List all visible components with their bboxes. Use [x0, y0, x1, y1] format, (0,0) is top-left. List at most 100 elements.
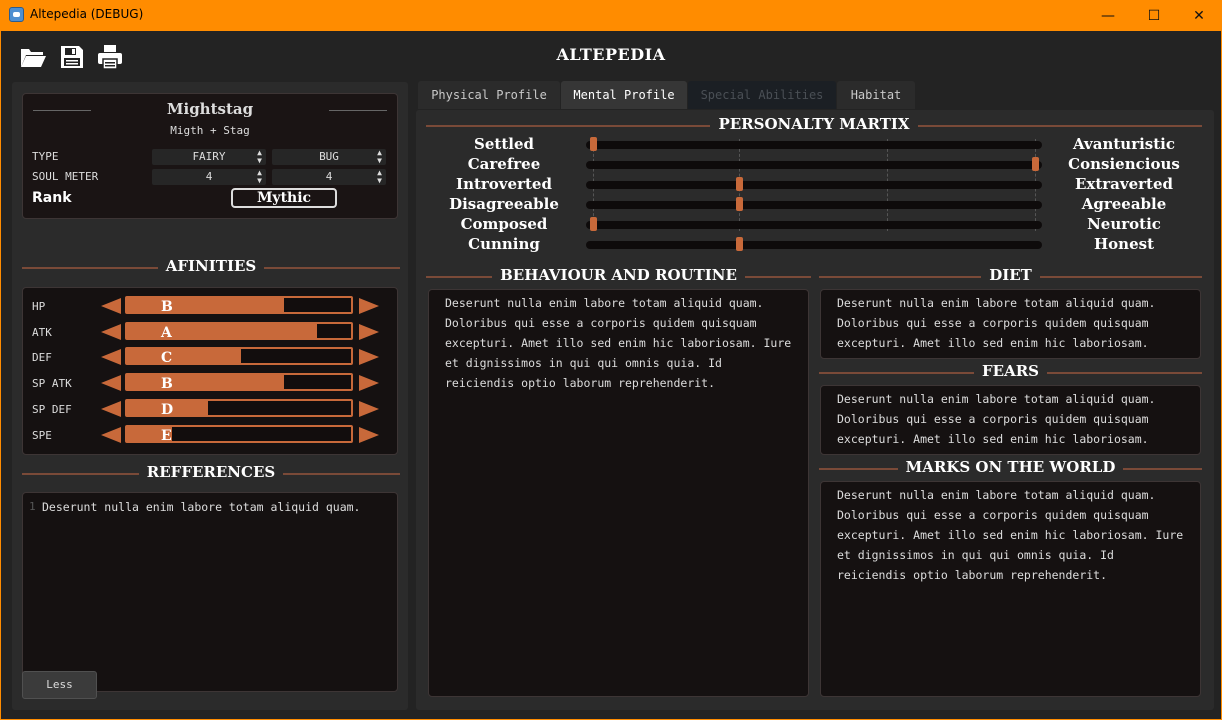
rank-label: Rank [32, 190, 72, 206]
marks-heading: MARKS ON THE WORLD [897, 458, 1124, 476]
trait-right-label: Honest [1094, 235, 1154, 253]
personality-slider[interactable] [586, 237, 1042, 251]
trait-left-label: Carefree [467, 155, 541, 173]
affinity-label: SPE [32, 429, 52, 442]
left-panel: Mightstag Migth + Stag TYPE FAIRY ▲ ▼ BUG ▲… [12, 82, 408, 710]
decrease-arrow-icon[interactable] [101, 375, 121, 391]
trait-right-label: Avanturistic [1072, 135, 1175, 153]
rank-badge[interactable]: Mythic [231, 188, 337, 208]
affinity-grade: A [161, 325, 172, 340]
tab-mental-profile[interactable]: Mental Profile [561, 81, 687, 109]
spin-arrows-icon: ▲ ▼ [257, 168, 262, 185]
affinity-label: SP ATK [32, 377, 72, 390]
references-text: Deserunt nulla enim labore totam aliquid… [42, 500, 361, 514]
close-button[interactable]: ✕ [1176, 0, 1222, 31]
affinity-row: C [101, 347, 381, 367]
slider-grabber[interactable] [590, 217, 597, 231]
marks-header: MARKS ON THE WORLD [819, 458, 1202, 478]
affinity-label: ATK [32, 326, 52, 339]
type-secondary-select[interactable]: BUG ▲ ▼ [272, 149, 386, 165]
personality-slider[interactable] [586, 137, 1042, 151]
creature-name: Mightstag [166, 100, 254, 118]
app-window: ALTEPEDIA Mightstag Migth + Stag TYPE FA… [1, 31, 1221, 719]
fears-text: Deserunt nulla enim labore totam aliquid… [837, 392, 1156, 446]
less-button[interactable]: Less [22, 671, 97, 699]
affinity-label: SP DEF [32, 403, 72, 416]
slider-grabber[interactable] [1032, 157, 1039, 171]
app-icon [9, 7, 24, 22]
slider-grabber[interactable] [735, 197, 743, 211]
personality-header: PERSONALTY MARTIX [426, 115, 1202, 135]
type-label: TYPE [32, 150, 59, 163]
references-heading: REFFERENCES [138, 463, 284, 481]
trait-right-label: Extraverted [1074, 175, 1174, 193]
affinity-bar: C [125, 347, 353, 365]
marks-textbox[interactable]: Deserunt nulla enim labore totam aliquid… [820, 481, 1201, 697]
affinity-fill [127, 298, 284, 312]
affinity-bar: D [125, 399, 353, 417]
behaviour-header: BEHAVIOUR AND ROUTINE [426, 266, 811, 286]
increase-arrow-icon[interactable] [359, 401, 379, 417]
type-secondary-value: BUG [319, 150, 339, 163]
affinity-fill [127, 349, 242, 363]
soul-meter-value: 4 [325, 170, 333, 183]
diet-textbox[interactable]: Deserunt nulla enim labore totam aliquid… [820, 289, 1201, 359]
soul-meter-label: SOUL METER [32, 170, 99, 183]
decrease-arrow-icon[interactable] [101, 349, 121, 365]
soul-meter-spinbox-2[interactable]: 4 ▲ ▼ [272, 169, 386, 185]
decrease-arrow-icon[interactable] [101, 427, 121, 443]
maximize-button[interactable]: ☐ [1131, 0, 1177, 31]
personality-slider[interactable] [586, 217, 1042, 231]
soul-meter-value: 4 [205, 170, 213, 183]
affinity-grade: D [161, 402, 174, 417]
increase-arrow-icon[interactable] [359, 427, 379, 443]
behaviour-textbox[interactable]: Deserunt nulla enim labore totam aliquid… [428, 289, 809, 697]
diet-header: DIET [819, 266, 1202, 286]
trait-left-label: Disagreeable [449, 195, 559, 213]
affinity-row: A [101, 322, 381, 342]
affinities-header: AFINITIES [22, 257, 400, 277]
tab-habitat[interactable]: Habitat [837, 81, 915, 109]
affinities-heading: AFINITIES [157, 257, 265, 275]
affinity-label: HP [32, 300, 46, 313]
type-primary-select[interactable]: FAIRY ▲ ▼ [152, 149, 266, 165]
references-editor[interactable]: 1 Deserunt nulla enim labore totam aliqu… [22, 492, 398, 692]
decrease-arrow-icon[interactable] [101, 324, 121, 340]
increase-arrow-icon[interactable] [359, 349, 379, 365]
decrease-arrow-icon[interactable] [101, 298, 121, 314]
trait-left-label: Settled [474, 135, 534, 153]
trait-left-label: Composed [460, 215, 548, 233]
affinities-box: HP B ATK A DEF C SP ATK B SP DEF D SPE E [22, 287, 398, 455]
tab-physical-profile[interactable]: Physical Profile [418, 81, 560, 109]
personality-slider[interactable] [586, 177, 1042, 191]
app-title: ALTEPEDIA [556, 45, 666, 64]
personality-slider[interactable] [586, 197, 1042, 211]
tab-special-abilities: Special Abilities [688, 81, 836, 109]
affinity-bar: B [125, 296, 353, 314]
soul-meter-spinbox-1[interactable]: 4 ▲ ▼ [152, 169, 266, 185]
marks-text: Deserunt nulla enim labore totam aliquid… [837, 488, 1184, 582]
behaviour-text: Deserunt nulla enim labore totam aliquid… [445, 296, 792, 390]
affinity-grade: C [161, 350, 173, 365]
trait-right-label: Neurotic [1087, 215, 1161, 233]
affinity-fill [127, 375, 284, 389]
personality-slider[interactable] [586, 157, 1042, 171]
increase-arrow-icon[interactable] [359, 375, 379, 391]
affinity-grade: B [161, 299, 173, 314]
affinity-grade: E [161, 428, 172, 443]
affinity-grade: B [161, 376, 173, 391]
slider-grabber[interactable] [590, 137, 597, 151]
spin-arrows-icon: ▲ ▼ [377, 168, 382, 185]
increase-arrow-icon[interactable] [359, 324, 379, 340]
decrease-arrow-icon[interactable] [101, 401, 121, 417]
affinity-bar: A [125, 322, 353, 340]
fears-textbox[interactable]: Deserunt nulla enim labore totam aliquid… [820, 385, 1201, 455]
spin-arrows-icon: ▲ ▼ [377, 148, 382, 165]
affinity-row: D [101, 399, 381, 419]
slider-grabber[interactable] [735, 237, 743, 251]
minimize-button[interactable]: — [1085, 0, 1131, 31]
window-titlebar: Altepedia (DEBUG) — ☐ ✕ [0, 0, 1222, 31]
slider-grabber[interactable] [735, 177, 743, 191]
type-primary-value: FAIRY [192, 150, 226, 163]
increase-arrow-icon[interactable] [359, 298, 379, 314]
